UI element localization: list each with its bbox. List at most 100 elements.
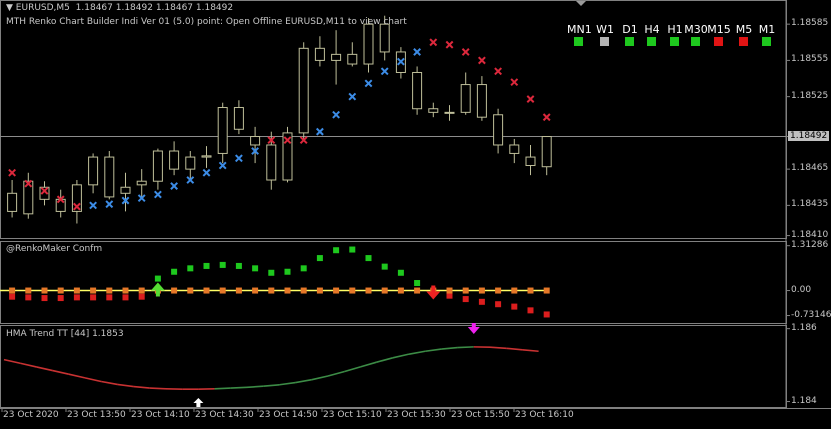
time-tick-label: 23 Oct 16:10 [515, 410, 574, 420]
hma-segment [490, 347, 506, 348]
time-tick-label: 23 Oct 15:50 [451, 410, 510, 420]
orange-dot [366, 288, 372, 294]
orange-dot [123, 288, 129, 294]
candle-body [8, 193, 17, 211]
orange-dot [58, 288, 64, 294]
indicator1-tick-label: 1.31286 [791, 240, 828, 250]
orange-dot [544, 288, 550, 294]
timeframe-status-m15 [714, 37, 723, 46]
orange-dot [42, 288, 48, 294]
price-tick-label: 1.18465 [791, 163, 828, 173]
green-dot [317, 255, 323, 261]
candle-body [332, 54, 341, 60]
orange-dot [317, 288, 323, 294]
green-dot [285, 269, 291, 275]
candle-body [186, 157, 195, 169]
green-dot [204, 263, 210, 269]
orange-dot [25, 288, 31, 294]
indicator1-tick-label: 0.00 [791, 285, 811, 295]
candle-body [202, 156, 211, 157]
timeframe-label-w1: W1 [593, 23, 617, 36]
red-dot [90, 294, 96, 300]
candle-body [542, 137, 551, 167]
orange-dot [106, 288, 112, 294]
candle-body [89, 157, 98, 185]
timeframe-status-m30 [691, 37, 700, 46]
candle-body [234, 108, 243, 130]
timeframe-status-h1 [670, 37, 679, 46]
candle-body [445, 112, 454, 113]
indicator1-tick-label: -0.73146 [791, 310, 831, 320]
green-dot [220, 262, 226, 268]
hma-segment [247, 386, 263, 387]
candle-body [477, 85, 486, 118]
timeframe-label-m5: M5 [732, 23, 756, 36]
chart-window[interactable]: ▼ EURUSD,M5 1.18467 1.18492 1.18467 1.18… [0, 0, 831, 425]
orange-dot [479, 288, 485, 294]
red-dot [528, 307, 534, 313]
orange-dot [74, 288, 80, 294]
timeframe-status-mn1 [574, 37, 583, 46]
red-dot [123, 294, 129, 300]
candle-body [267, 145, 276, 180]
orange-dot [414, 288, 420, 294]
orange-dot [463, 288, 469, 294]
candle-body [170, 151, 179, 169]
indicator-description: MTH Renko Chart Builder Indi Ver 01 (5.0… [6, 17, 407, 27]
candle-body [364, 24, 373, 64]
collapse-triangle-icon[interactable]: ▼ [6, 3, 16, 13]
candle-body [315, 48, 324, 60]
orange-dot [220, 288, 226, 294]
candle-body [494, 115, 503, 145]
red-dot [511, 304, 517, 310]
timeframe-status-m5 [739, 37, 748, 46]
red-dot [544, 311, 550, 317]
price-tick-label: 1.18410 [791, 230, 828, 240]
orange-dot [9, 288, 15, 294]
orange-dot [268, 288, 274, 294]
timeframe-label-d1: D1 [618, 23, 642, 36]
candle-body [510, 145, 519, 153]
green-dot [349, 247, 355, 253]
orange-dot [495, 288, 501, 294]
candle-body [413, 72, 422, 108]
candle-body [137, 181, 146, 185]
candle-body [348, 54, 357, 64]
red-dot [9, 294, 15, 300]
indicator1-title: @RenkoMaker Confm [6, 244, 102, 254]
red-dot [58, 295, 64, 301]
orange-dot [171, 288, 177, 294]
price-tick-label: 1.18435 [791, 199, 828, 209]
indicator2-tick-label: 1.186 [791, 323, 817, 333]
red-dot [463, 296, 469, 302]
orange-dot [252, 288, 258, 294]
green-dot [301, 265, 307, 271]
red-dot [74, 294, 80, 300]
hma-segment [231, 387, 247, 388]
candle-body [526, 157, 535, 165]
orange-dot [398, 288, 404, 294]
red-dot [25, 294, 31, 300]
timeframe-label-m15: M15 [707, 23, 731, 36]
chart-canvas[interactable] [0, 0, 831, 425]
orange-dot [187, 288, 193, 294]
orange-dot [285, 288, 291, 294]
candle-body [461, 85, 470, 113]
indicator2-tick-label: 1.184 [791, 396, 817, 406]
green-dot [155, 276, 161, 282]
price-tick-label: 1.18585 [791, 18, 828, 28]
orange-dot [90, 288, 96, 294]
red-dot [42, 295, 48, 301]
orange-dot [382, 288, 388, 294]
orange-dot [528, 288, 534, 294]
green-dot [252, 265, 258, 271]
candle-body [121, 187, 130, 193]
time-tick-label: 23 Oct 14:10 [131, 410, 190, 420]
timeframe-status-m1 [762, 37, 771, 46]
timeframe-label-m1: M1 [755, 23, 779, 36]
candle-body [251, 137, 260, 145]
hma-segment [458, 347, 474, 348]
orange-dot [236, 288, 242, 294]
ohlc-values: 1.18467 1.18492 1.18467 1.18492 [76, 3, 233, 13]
candle-body [218, 108, 227, 154]
